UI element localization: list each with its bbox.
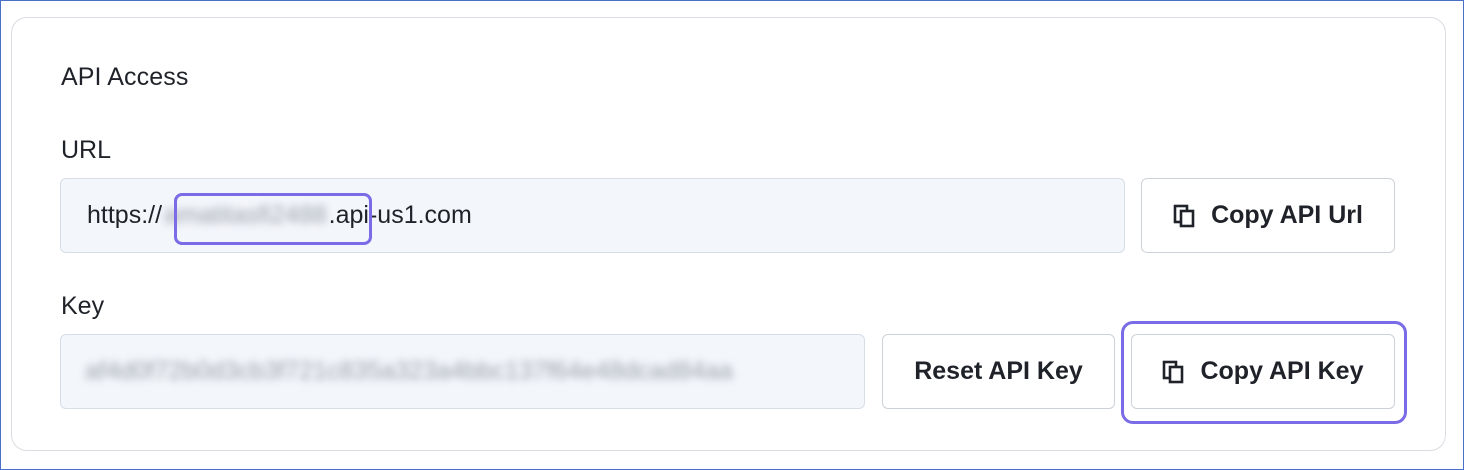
url-prefix: https://	[87, 201, 163, 229]
copy-icon	[1173, 204, 1195, 227]
key-label: Key	[61, 292, 105, 320]
copy-api-url-button[interactable]: Copy API Url	[1141, 178, 1395, 253]
copy-api-key-label: Copy API Key	[1200, 357, 1364, 385]
section-title: API Access	[61, 63, 189, 91]
reset-api-key-button[interactable]: Reset API Key	[882, 334, 1115, 409]
copy-icon	[1163, 360, 1184, 383]
copy-api-url-label: Copy API Url	[1211, 201, 1363, 229]
api-key-masked-value: af4d0f72b0d3cb3f721c835a323a4bbc137f64e4…	[85, 357, 733, 385]
url-label: URL	[61, 136, 112, 164]
api-key-field[interactable]: af4d0f72b0d3cb3f721c835a323a4bbc137f64e4…	[60, 334, 865, 409]
url-masked-subdomain: amatitasfi2488	[164, 201, 327, 229]
url-suffix: .api-us1.com	[328, 201, 472, 229]
api-url-field[interactable]: https://amatitasfi2488 .api-us1.com	[60, 178, 1125, 253]
copy-api-key-button[interactable]: Copy API Key	[1131, 334, 1395, 409]
